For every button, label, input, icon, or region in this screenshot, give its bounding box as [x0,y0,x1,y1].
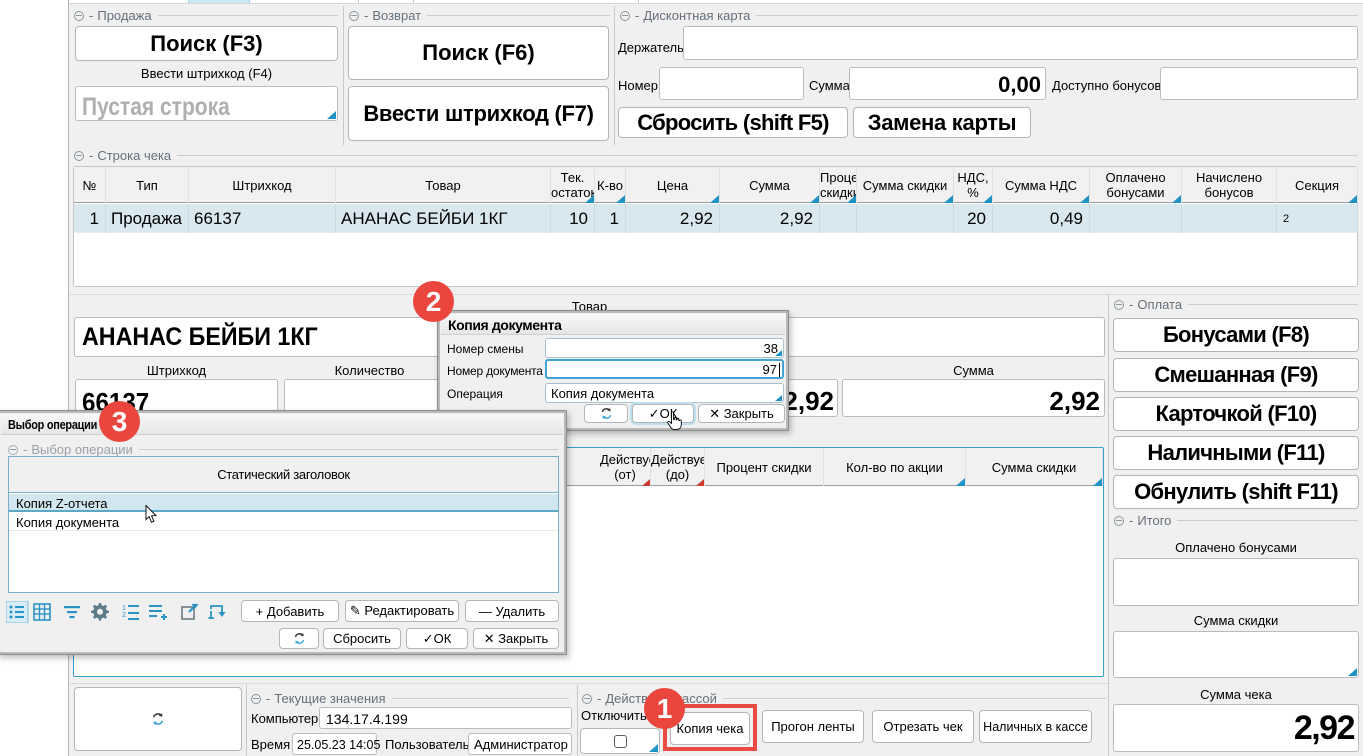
svg-text:1: 1 [122,605,126,612]
svg-text:2: 2 [122,612,126,619]
